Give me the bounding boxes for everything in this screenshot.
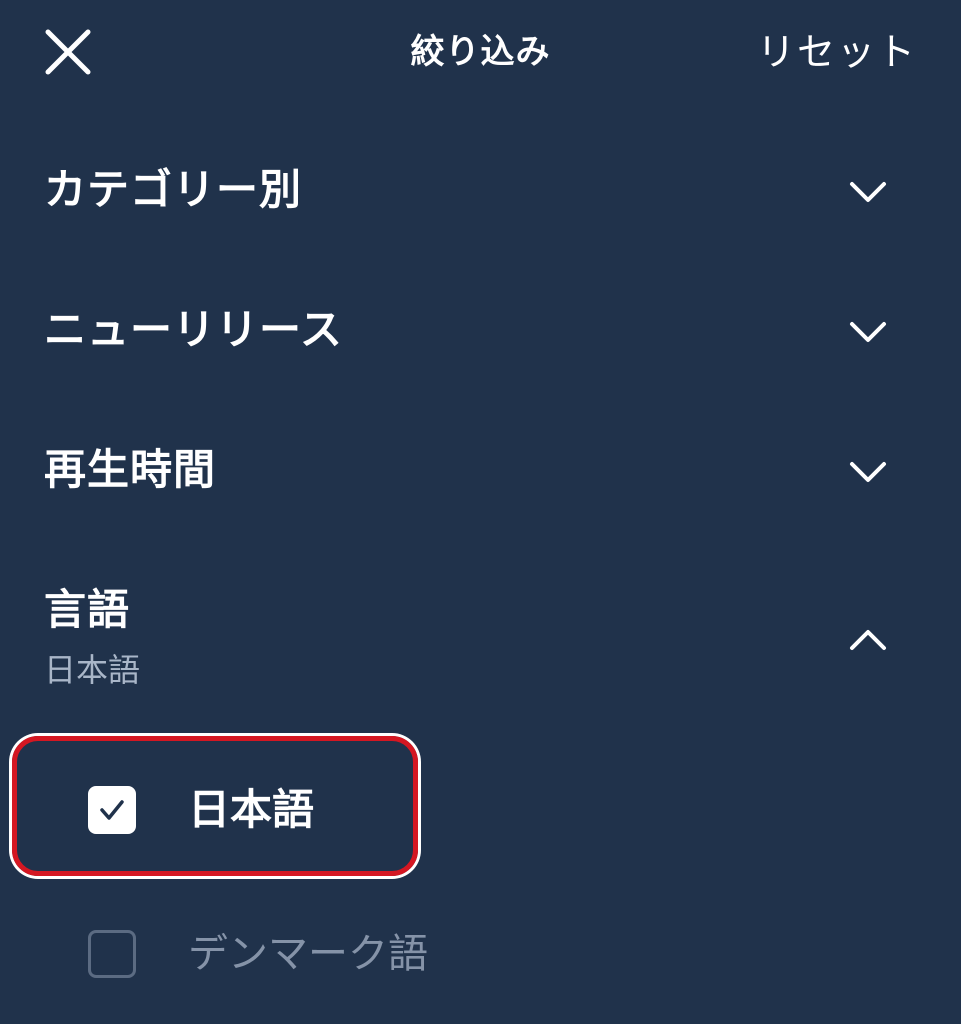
section-label: 言語: [44, 585, 131, 634]
section-category[interactable]: カテゴリー別: [0, 150, 961, 240]
checkbox-checked[interactable]: [88, 786, 136, 834]
section-label: ニューリリース: [44, 305, 343, 354]
chevron-down-icon[interactable]: [846, 170, 890, 214]
checkmark-icon: [100, 800, 124, 820]
section-language[interactable]: 言語 日本語: [0, 570, 961, 700]
chevron-up-icon[interactable]: [846, 618, 890, 662]
section-new-release[interactable]: ニューリリース: [0, 290, 961, 380]
filter-header: 絞り込み リセット: [0, 0, 961, 104]
chevron-down-icon[interactable]: [846, 310, 890, 354]
reset-button[interactable]: リセット: [757, 28, 917, 76]
option-label: 日本語: [188, 785, 315, 834]
section-label: カテゴリー別: [44, 165, 303, 214]
section-duration[interactable]: 再生時間: [0, 430, 961, 520]
section-selected-value: 日本語: [44, 651, 141, 689]
option-label: デンマーク語: [188, 931, 428, 977]
checkbox-unchecked[interactable]: [88, 930, 136, 978]
section-label: 再生時間: [44, 445, 217, 494]
chevron-down-icon[interactable]: [846, 450, 890, 494]
